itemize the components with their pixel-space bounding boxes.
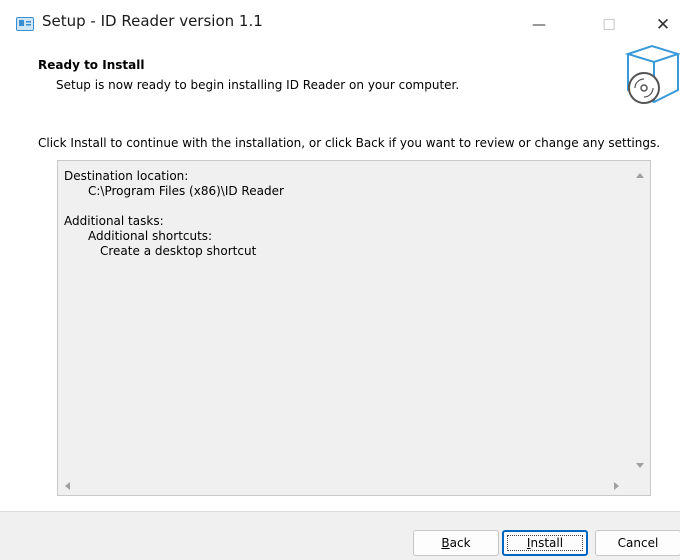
setup-window: Setup - ID Reader version 1.1 — ☐ ✕ Read… [0, 0, 680, 560]
scroll-left-icon[interactable] [65, 482, 70, 490]
tasks-label: Additional tasks: [64, 214, 164, 228]
vertical-scrollbar[interactable] [630, 161, 650, 479]
instruction-text: Click Install to continue with the insta… [38, 136, 661, 150]
scroll-up-icon[interactable] [636, 173, 644, 178]
close-button[interactable]: ✕ [640, 8, 680, 42]
minimize-button[interactable]: — [516, 8, 562, 42]
close-icon: ✕ [655, 15, 671, 35]
scroll-right-icon[interactable] [614, 482, 619, 490]
app-icon [16, 16, 34, 31]
title-bar[interactable]: Setup - ID Reader version 1.1 — ☐ ✕ [0, 0, 680, 50]
shortcuts-label: Additional shortcuts: [88, 229, 213, 243]
back-label: ack [449, 536, 471, 550]
back-button[interactable]: Back [413, 530, 499, 556]
scroll-down-icon[interactable] [636, 463, 644, 468]
button-panel: Back Install Cancel [0, 511, 680, 560]
minimize-icon: — [532, 17, 546, 33]
maximize-button[interactable]: ☐ [586, 8, 632, 42]
focus-ring [507, 535, 583, 551]
page-subtitle: Setup is now ready to begin installing I… [56, 78, 460, 92]
summary-content: Destination location: C:\Program Files (… [64, 169, 284, 259]
destination-path: C:\Program Files (x86)\ID Reader [88, 184, 284, 198]
page-title: Ready to Install [38, 58, 145, 72]
summary-memo[interactable]: Destination location: C:\Program Files (… [57, 160, 651, 496]
back-hotkey: B [441, 536, 450, 550]
destination-label: Destination location: [64, 169, 189, 183]
cancel-label: Cancel [617, 536, 659, 550]
cancel-button[interactable]: Cancel [595, 530, 680, 556]
shortcut-item: Create a desktop shortcut [100, 244, 257, 258]
window-title: Setup - ID Reader version 1.1 [42, 12, 263, 30]
maximize-icon: ☐ [602, 16, 616, 34]
horizontal-scrollbar[interactable] [58, 477, 632, 495]
install-button[interactable]: Install [502, 530, 588, 556]
install-box-disc-icon [620, 44, 680, 110]
